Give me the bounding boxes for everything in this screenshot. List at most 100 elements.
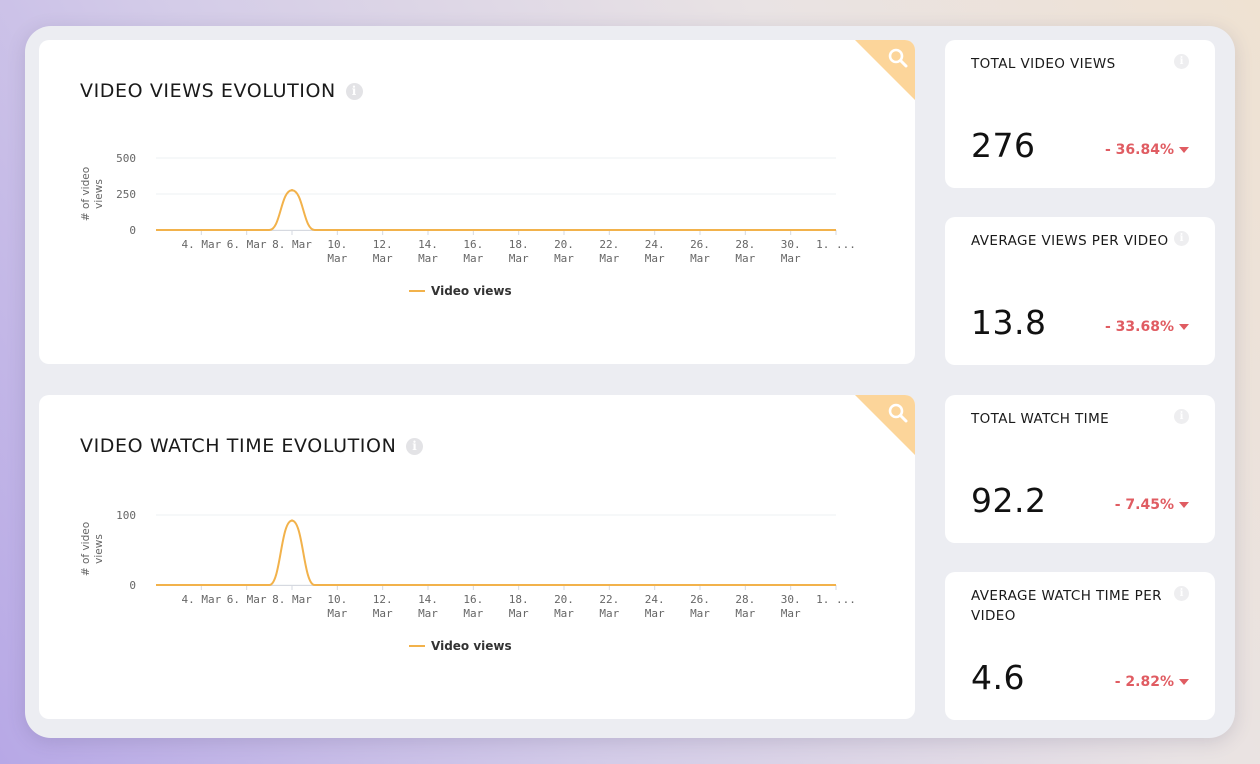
kpi-value: 92.2 (971, 481, 1047, 520)
kpi-change-text: - 2.82% (1114, 674, 1174, 690)
x-tick-label: 22. Mar (599, 593, 619, 620)
x-tick-label-line: 16. (463, 238, 483, 251)
x-tick-label: 26. Mar (690, 238, 710, 265)
x-tick-label-line: Mar (645, 607, 665, 620)
y-axis-label: # of videoviews (80, 167, 105, 221)
x-tick-label-line: Mar (599, 252, 619, 265)
x-tick-label-line: 10. (327, 238, 347, 251)
x-tick-label-line: Mar (554, 252, 574, 265)
info-icon[interactable]: i (1174, 54, 1189, 69)
x-tick-label: 22. Mar (599, 238, 619, 265)
info-icon[interactable]: i (1174, 409, 1189, 424)
x-tick-label: 4. Mar (181, 593, 221, 606)
kpi-average-watch-time-per-video: AVERAGE WATCH TIME PER VIDEO i 4.6 - 2.8… (945, 572, 1215, 720)
data-point (290, 519, 294, 522)
x-tick-label: 28. Mar (735, 593, 755, 620)
x-tick-label-line: 20. (554, 238, 574, 251)
info-icon[interactable]: i (1174, 231, 1189, 246)
x-tick-label-line: Mar (509, 252, 529, 265)
kpi-label: AVERAGE WATCH TIME PER VIDEO (971, 588, 1162, 624)
legend-label: Video views (431, 284, 512, 298)
x-tick-label-line: 12. (373, 593, 393, 606)
kpi-change: - 2.82% (1115, 674, 1189, 690)
kpi-change: - 33.68% (1105, 319, 1189, 335)
y-tick-label: 0 (129, 224, 136, 237)
x-tick-label: 24. Mar (645, 238, 665, 265)
y-tick-label: 250 (116, 188, 136, 201)
x-tick-label: 18. Mar (509, 593, 529, 620)
x-tick-label-line: 24. (645, 238, 665, 251)
x-tick-label-line: 28. (735, 593, 755, 606)
x-tick-label-line: 14. (418, 238, 438, 251)
x-tick-label: 30. Mar (781, 593, 801, 620)
x-tick-label: 20. Mar (554, 593, 574, 620)
y-axis-label: # of videoviews (80, 522, 105, 576)
kpi-change-text: - 33.68% (1105, 319, 1174, 335)
x-tick-label: 12. Mar (373, 593, 393, 620)
y-axis-label-line: # of video (80, 522, 92, 576)
x-tick-label-line: Mar (690, 607, 710, 620)
x-tick-label-line: Mar (327, 252, 347, 265)
x-tick-label: 8. Mar (272, 593, 312, 606)
caret-down-icon (1179, 679, 1189, 685)
kpi-value: 13.8 (971, 303, 1047, 342)
kpi-value: 276 (971, 126, 1036, 165)
x-tick-label-line: Mar (418, 252, 438, 265)
legend-line-swatch (409, 645, 425, 647)
x-tick-label: 16. Mar (463, 238, 483, 265)
kpi-average-views-per-video: AVERAGE VIEWS PER VIDEO i 13.8 - 33.68% (945, 217, 1215, 365)
x-tick-label-line: Mar (781, 607, 801, 620)
x-tick-label: 1. ... (816, 593, 856, 606)
x-tick-label: 14. Mar (418, 238, 438, 265)
kpi-label: AVERAGE VIEWS PER VIDEO (971, 233, 1169, 249)
x-tick-label-line: Mar (554, 607, 574, 620)
x-tick-label: 10. Mar (327, 593, 347, 620)
x-tick-label-line: 16. (463, 593, 483, 606)
x-tick-label: 26. Mar (690, 593, 710, 620)
x-tick-label-line: 12. (373, 238, 393, 251)
x-tick-label-line: Mar (781, 252, 801, 265)
x-tick-label-line: Mar (373, 607, 393, 620)
x-tick-label: 30. Mar (781, 238, 801, 265)
x-tick-label-line: 26. (690, 593, 710, 606)
x-tick-label: 20. Mar (554, 238, 574, 265)
y-axis-label-line: # of video (80, 167, 92, 221)
x-tick-label-line: Mar (735, 607, 755, 620)
x-tick-label: 24. Mar (645, 593, 665, 620)
kpi-total-video-views: TOTAL VIDEO VIEWS i 276 - 36.84% (945, 40, 1215, 188)
x-tick-label: 14. Mar (418, 593, 438, 620)
info-icon[interactable]: i (1174, 586, 1189, 601)
caret-down-icon (1179, 147, 1189, 153)
x-tick-label: 6. Mar (227, 593, 267, 606)
x-tick-label-line: 14. (418, 593, 438, 606)
x-tick-label: 8. Mar (272, 238, 312, 251)
video-watch-time-line-chart: # of videoviews 0 100 4. Mar 6. Mar 8. Mar 10.… (80, 509, 856, 620)
y-tick-label: 0 (129, 579, 136, 592)
kpi-label: TOTAL WATCH TIME (971, 411, 1110, 427)
x-tick-label-line: Mar (690, 252, 710, 265)
series-line-video-views (155, 189, 836, 232)
series-line-video-views (155, 519, 836, 586)
x-tick-label: 10. Mar (327, 238, 347, 265)
x-tick-label-line: Mar (645, 252, 665, 265)
kpi-change: - 36.84% (1105, 142, 1189, 158)
data-point (290, 189, 294, 192)
x-tick-label-line: 30. (781, 238, 801, 251)
x-tick-label: 4. Mar (181, 238, 221, 251)
legend-line-swatch (409, 290, 425, 292)
chart-legend[interactable]: Video views (409, 284, 512, 298)
kpi-value: 4.6 (971, 658, 1025, 697)
x-tick-label-line: 18. (509, 593, 529, 606)
x-tick-label: 16. Mar (463, 593, 483, 620)
x-tick-label-line: Mar (418, 607, 438, 620)
x-tick-label: 12. Mar (373, 238, 393, 265)
x-tick-label-line: 28. (735, 238, 755, 251)
caret-down-icon (1179, 324, 1189, 330)
x-tick-label-line: Mar (509, 607, 529, 620)
x-tick-label-line: Mar (327, 607, 347, 620)
x-tick-label-line: 30. (781, 593, 801, 606)
x-tick-label-line: 20. (554, 593, 574, 606)
video-views-line-chart: # of videoviews 0 250 500 4. Mar 6. Mar 8. Mar… (80, 152, 856, 265)
y-tick-label: 100 (116, 509, 136, 522)
chart-legend[interactable]: Video views (409, 639, 512, 653)
